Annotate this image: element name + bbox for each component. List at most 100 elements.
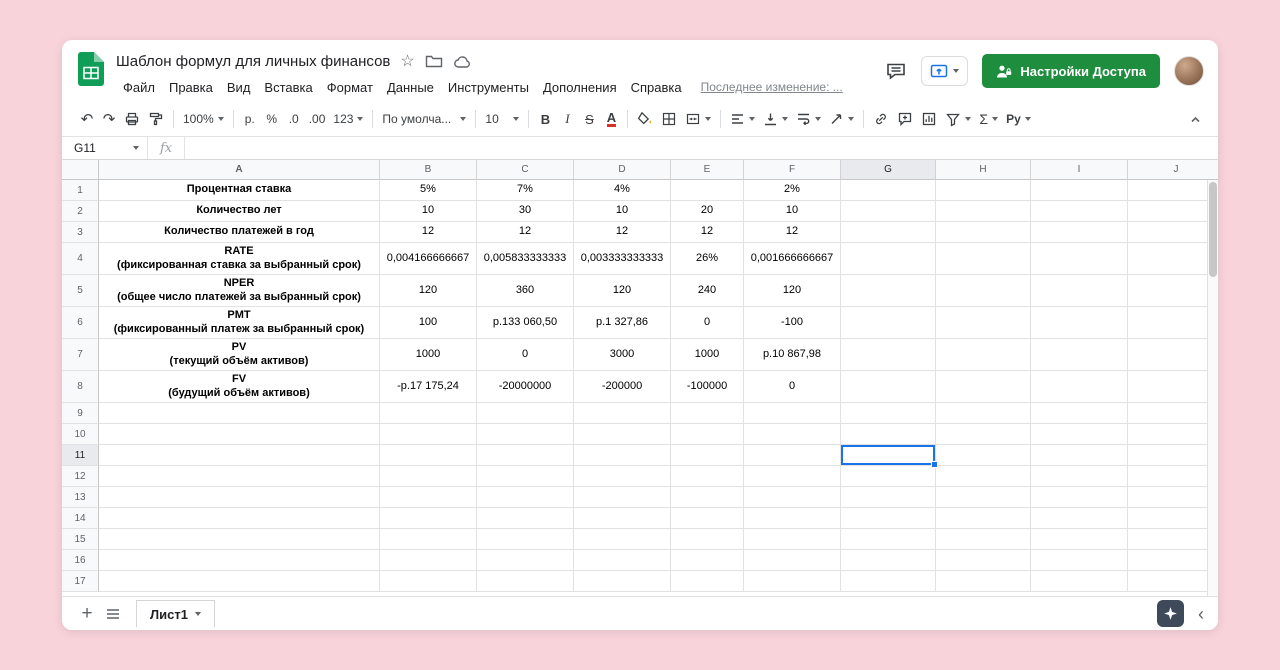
sheets-logo-icon[interactable] — [78, 52, 104, 86]
borders-button[interactable] — [657, 107, 681, 131]
cell[interactable]: 3000 — [574, 339, 671, 371]
print-button[interactable] — [120, 107, 144, 131]
cell[interactable]: 100 — [380, 307, 477, 339]
cell[interactable]: 12 — [477, 222, 574, 243]
cell[interactable]: 0,001666666667 — [744, 243, 841, 275]
comment-history-icon[interactable] — [885, 61, 907, 82]
cell[interactable] — [841, 222, 936, 243]
cell[interactable] — [99, 487, 380, 508]
cell[interactable]: 4% — [574, 180, 671, 201]
col-header[interactable]: A — [99, 160, 380, 180]
cell[interactable] — [841, 529, 936, 550]
cell[interactable] — [744, 403, 841, 424]
cell[interactable]: 120 — [744, 275, 841, 307]
cell[interactable] — [574, 487, 671, 508]
menu-addons[interactable]: Дополнения — [536, 78, 624, 97]
row-header[interactable]: 11 — [62, 445, 99, 466]
cell[interactable] — [1128, 307, 1218, 339]
cell[interactable] — [1128, 339, 1218, 371]
filter-button[interactable] — [941, 107, 975, 131]
row-header[interactable]: 4 — [62, 243, 99, 275]
cell[interactable] — [936, 508, 1031, 529]
cell[interactable] — [936, 307, 1031, 339]
cell[interactable] — [1128, 424, 1218, 445]
cell-label[interactable]: Количество лет — [99, 201, 380, 222]
selected-cell[interactable] — [841, 445, 936, 466]
col-header[interactable]: E — [671, 160, 744, 180]
cell[interactable] — [380, 508, 477, 529]
col-header[interactable]: I — [1031, 160, 1128, 180]
cell[interactable] — [671, 508, 744, 529]
cell[interactable]: 10 — [744, 201, 841, 222]
cell[interactable] — [841, 424, 936, 445]
cell[interactable] — [1031, 508, 1128, 529]
strikethrough-button[interactable]: S — [578, 107, 600, 131]
add-sheet-button[interactable]: + — [74, 601, 100, 627]
cell-label[interactable]: NPER(общее число платежей за выбранный с… — [99, 275, 380, 307]
cell[interactable] — [936, 571, 1031, 592]
insert-comment-button[interactable] — [893, 107, 917, 131]
cell[interactable]: 12 — [574, 222, 671, 243]
col-header[interactable]: D — [574, 160, 671, 180]
cell[interactable] — [1128, 466, 1218, 487]
cell[interactable] — [744, 508, 841, 529]
col-header[interactable]: C — [477, 160, 574, 180]
cell[interactable] — [1128, 529, 1218, 550]
text-wrap-button[interactable] — [792, 107, 825, 131]
insert-chart-button[interactable] — [917, 107, 941, 131]
row-header[interactable]: 13 — [62, 487, 99, 508]
cell[interactable] — [99, 466, 380, 487]
undo-button[interactable]: ↶ — [76, 107, 98, 131]
document-title[interactable]: Шаблон формул для личных финансов — [116, 53, 390, 70]
cell[interactable]: 120 — [380, 275, 477, 307]
cell[interactable] — [744, 550, 841, 571]
cell[interactable] — [841, 550, 936, 571]
text-rotation-button[interactable] — [825, 107, 858, 131]
cell[interactable] — [1128, 243, 1218, 275]
cell-label[interactable]: PMT(фиксированный платеж за выбранный ср… — [99, 307, 380, 339]
cell[interactable] — [380, 487, 477, 508]
cell[interactable] — [841, 180, 936, 201]
functions-button[interactable]: Σ — [975, 107, 1002, 131]
collapse-panel-icon[interactable]: ‹ — [1198, 605, 1204, 623]
cell[interactable] — [574, 550, 671, 571]
cell[interactable] — [574, 529, 671, 550]
cell[interactable]: 20 — [671, 201, 744, 222]
cell[interactable] — [574, 403, 671, 424]
sheet-tab[interactable]: Лист1 — [136, 600, 215, 627]
name-box[interactable]: G11 — [62, 137, 148, 159]
cell[interactable] — [841, 466, 936, 487]
font-select[interactable]: По умолча... — [378, 107, 470, 131]
cell[interactable] — [744, 487, 841, 508]
cell[interactable] — [936, 275, 1031, 307]
menu-data[interactable]: Данные — [380, 78, 441, 97]
col-header[interactable]: F — [744, 160, 841, 180]
cell[interactable] — [380, 403, 477, 424]
cell[interactable] — [99, 508, 380, 529]
cell[interactable] — [380, 424, 477, 445]
cell[interactable]: 120 — [574, 275, 671, 307]
cell[interactable]: 7% — [477, 180, 574, 201]
cell[interactable] — [936, 403, 1031, 424]
cell[interactable]: 5% — [380, 180, 477, 201]
select-all-corner[interactable] — [62, 160, 99, 180]
row-header[interactable]: 1 — [62, 180, 99, 201]
cell[interactable] — [1031, 201, 1128, 222]
vertical-align-button[interactable] — [759, 107, 792, 131]
cell[interactable]: -200000 — [574, 371, 671, 403]
formula-input[interactable] — [185, 137, 1218, 159]
cell[interactable]: -100 — [744, 307, 841, 339]
cell[interactable] — [1031, 180, 1128, 201]
cell[interactable] — [380, 571, 477, 592]
row-header[interactable]: 8 — [62, 371, 99, 403]
cell[interactable] — [936, 201, 1031, 222]
cell[interactable] — [477, 424, 574, 445]
col-header-selected[interactable]: G — [841, 160, 936, 180]
menu-view[interactable]: Вид — [220, 78, 258, 97]
format-currency-button[interactable]: р. — [239, 107, 261, 131]
col-header[interactable]: J — [1128, 160, 1218, 180]
cell[interactable] — [1128, 487, 1218, 508]
present-button[interactable] — [921, 56, 968, 86]
cell[interactable] — [99, 571, 380, 592]
cell[interactable] — [841, 201, 936, 222]
